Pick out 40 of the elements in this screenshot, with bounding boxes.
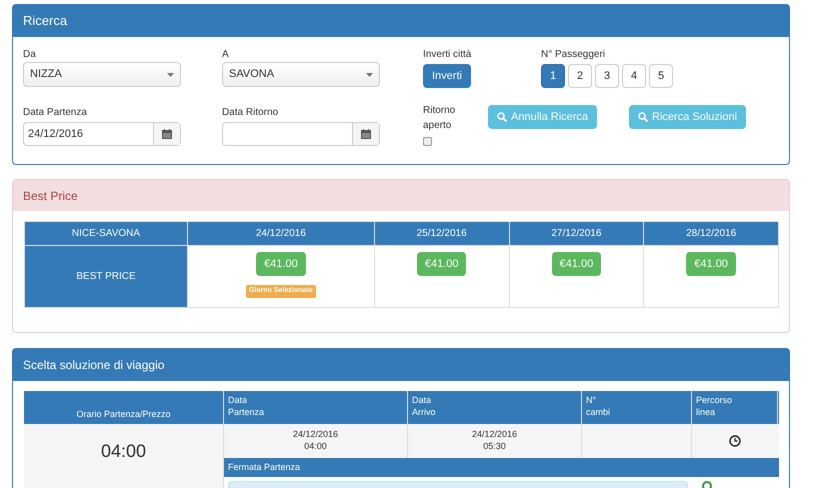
passenger-count-button[interactable]: 1 [541, 64, 565, 88]
search-icon [638, 112, 648, 122]
table-header-cell: 25/12/2016 [374, 222, 510, 246]
field-label: A [222, 48, 230, 62]
swap-button[interactable]: Inverti [423, 64, 471, 88]
stop-header: Fermata Partenza [224, 458, 779, 477]
panel-title: Scelta soluzione di viaggio [13, 349, 789, 381]
field-label: Inverti città [423, 48, 472, 62]
field-label: Data Partenza [23, 106, 88, 120]
departure-date-field[interactable]: 24/12/2016 [23, 122, 181, 146]
departure-time-cell: 04:00 [24, 424, 224, 488]
destination-select[interactable]: SAVONA [222, 62, 380, 87]
field-label: Data Ritorno [222, 106, 280, 120]
field-label: Ritorno aperto [423, 104, 456, 133]
caret-icon [167, 72, 174, 76]
field-label: N° Passeggeri [541, 48, 606, 62]
price-button[interactable]: €41.00 [552, 252, 602, 276]
table-header-cell: 28/12/2016 [644, 222, 778, 246]
panel-title: Ricerca [13, 5, 789, 37]
table-header-cell: 27/12/2016 [509, 222, 644, 246]
calendar-icon [162, 129, 172, 139]
checkbox[interactable] [423, 137, 432, 146]
passenger-count-button[interactable]: 4 [622, 64, 646, 88]
passenger-count-button[interactable]: 5 [649, 64, 673, 88]
table-header-cell: 24/12/2016 [188, 222, 374, 246]
passenger-count-button[interactable]: 3 [595, 64, 619, 88]
table-row-header: BEST PRICE [24, 246, 188, 308]
passenger-count-button[interactable]: 2 [568, 64, 592, 88]
table-header-cell: NICE-SAVONA [24, 222, 188, 246]
calendar-icon [361, 129, 371, 139]
panel-title: Best Price [13, 180, 789, 211]
field-label: Da [23, 48, 37, 62]
return-date-field[interactable] [222, 122, 380, 146]
clock-icon[interactable] [729, 435, 741, 447]
search-icon [497, 112, 507, 122]
price-button[interactable]: €41.00 [416, 252, 466, 276]
origin-select[interactable]: NIZZA [23, 62, 181, 87]
price-button[interactable]: €41.00 [256, 252, 306, 276]
caret-icon [366, 72, 373, 76]
price-button[interactable]: €41.00 [686, 252, 736, 276]
